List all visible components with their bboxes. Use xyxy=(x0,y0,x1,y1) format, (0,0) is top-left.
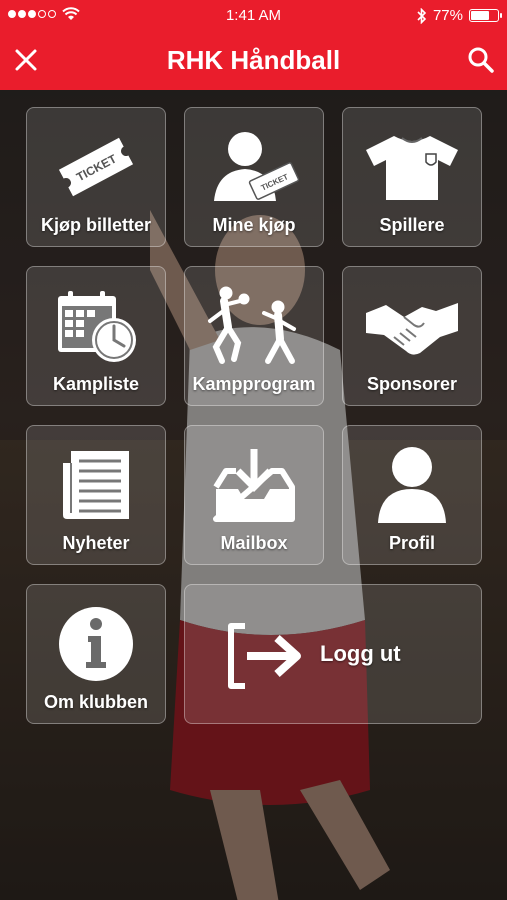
tile-kjop-billetter[interactable]: TICKET Kjøp billetter xyxy=(26,107,166,247)
nav-bar: RHK Håndball xyxy=(0,32,507,90)
tile-label: Kampprogram xyxy=(192,374,316,394)
tile-om-klubben[interactable]: Om klubben xyxy=(26,584,166,724)
tile-label: Mine kjøp xyxy=(212,215,296,235)
battery-icon xyxy=(469,9,502,22)
page-title: RHK Håndball xyxy=(166,45,341,75)
calendar-clock-icon xyxy=(58,291,136,362)
status-right: 77% xyxy=(417,7,502,24)
bluetooth-icon xyxy=(417,7,427,24)
tile-kampliste[interactable]: Kampliste xyxy=(26,266,166,406)
tile-label: Nyheter xyxy=(62,533,130,553)
tile-label: Kjøp billetter xyxy=(40,215,151,235)
handshake-icon xyxy=(366,303,458,355)
logout-icon xyxy=(228,623,301,689)
tile-spillere[interactable]: Spillere xyxy=(342,107,482,247)
newspaper-icon xyxy=(63,451,129,519)
tile-label: Kampliste xyxy=(52,374,140,394)
search-icon xyxy=(468,47,494,73)
inbox-download-icon xyxy=(213,449,295,522)
tile-profil[interactable]: Profil xyxy=(342,425,482,565)
tile-label: Mailbox xyxy=(220,533,288,553)
tile-label: Sponsorer xyxy=(366,374,458,394)
tile-sponsorer[interactable]: Sponsorer xyxy=(342,266,482,406)
tile-nyheter[interactable]: Nyheter xyxy=(26,425,166,565)
tile-mine-kjop[interactable]: TICKET Mine kjøp xyxy=(184,107,324,247)
tile-kampprogram[interactable]: Kampprogram xyxy=(184,266,324,406)
tile-label: Profil xyxy=(388,533,435,553)
search-button[interactable] xyxy=(463,42,499,78)
tile-mailbox[interactable]: Mailbox xyxy=(184,425,324,565)
status-bar: 1:41 AM 77% xyxy=(0,0,507,32)
user-ticket-icon: TICKET xyxy=(214,132,299,201)
info-icon xyxy=(59,607,133,681)
tile-label: Om klubben xyxy=(43,692,148,712)
tile-logg-ut[interactable]: Logg ut xyxy=(184,584,482,724)
ticket-icon: TICKET xyxy=(58,137,134,197)
handball-players-icon xyxy=(208,286,296,364)
tile-label: Spillere xyxy=(379,215,445,235)
profile-icon xyxy=(378,447,446,523)
jersey-icon xyxy=(366,136,458,200)
tile-label: Logg ut xyxy=(320,641,401,666)
battery-percent: 77% xyxy=(432,7,463,24)
